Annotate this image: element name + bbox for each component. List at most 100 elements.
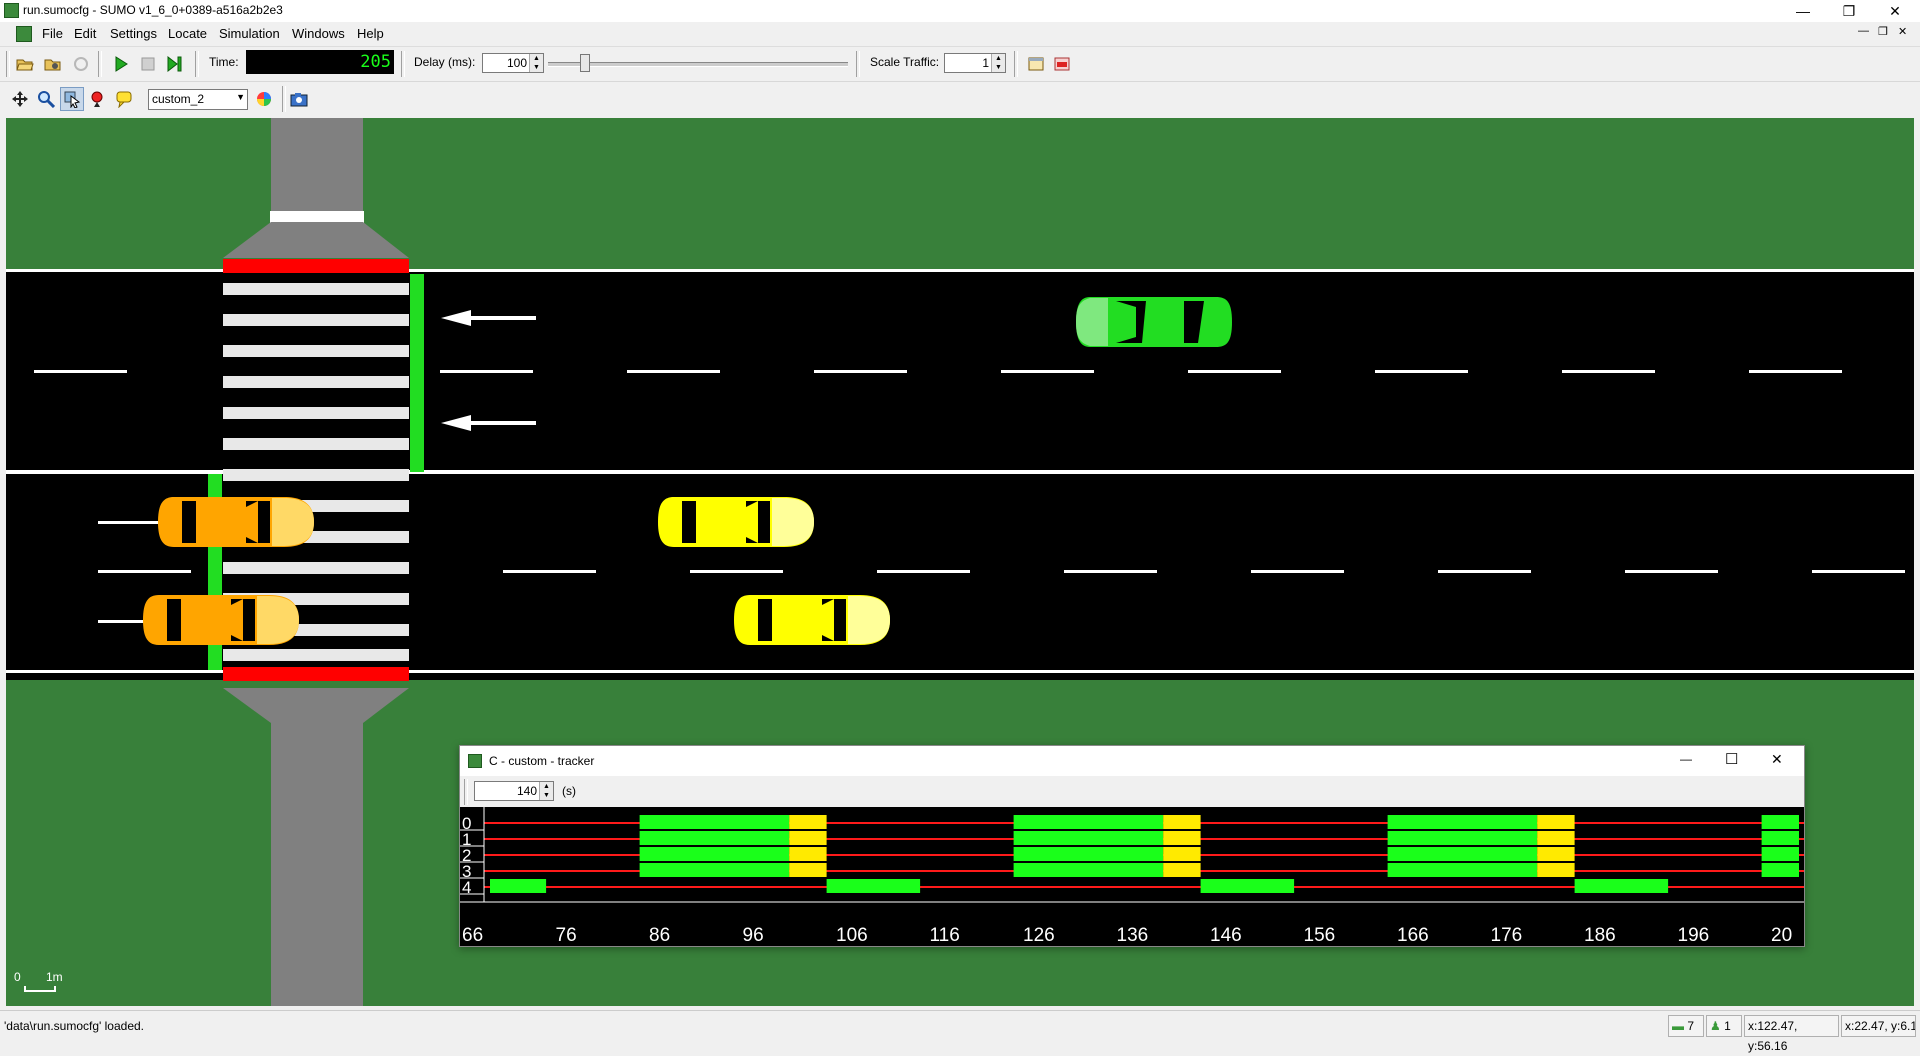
folder-open-icon xyxy=(16,59,34,71)
tracker-range-spin-arrows[interactable]: ▲ ▼ xyxy=(539,782,553,800)
tooltip-toggle-button[interactable] xyxy=(112,87,136,111)
tracker-close-button[interactable]: ✕ xyxy=(1771,751,1783,768)
step-button[interactable] xyxy=(163,52,187,76)
reload-button[interactable] xyxy=(69,52,93,76)
menu-simulation[interactable]: Simulation xyxy=(219,26,280,41)
signal-yellow-phase xyxy=(789,863,827,877)
lane-marking xyxy=(814,370,907,373)
signal-yellow-phase xyxy=(1163,847,1201,861)
menu-settings[interactable]: Settings xyxy=(110,26,157,41)
edit-chosen-button[interactable] xyxy=(1024,52,1048,76)
signal-green-phase xyxy=(1761,815,1799,829)
open-simulation-button[interactable] xyxy=(13,52,37,76)
edit-coloring-button[interactable] xyxy=(252,87,276,111)
locate-button[interactable] xyxy=(86,87,110,111)
scale-traffic-input[interactable]: 1 ▲ ▼ xyxy=(944,53,1006,73)
color-wheel-icon xyxy=(257,92,271,106)
delay-spin-arrows[interactable]: ▲ ▼ xyxy=(529,54,543,72)
vehicle-count: 7 xyxy=(1687,1019,1695,1033)
signal-green-phase xyxy=(1013,863,1164,877)
menu-help[interactable]: Help xyxy=(357,26,384,41)
camera-icon xyxy=(290,93,308,107)
person-count: 1 xyxy=(1724,1019,1731,1033)
lane-marking xyxy=(1562,370,1655,373)
signal-green-phase xyxy=(1387,847,1538,861)
vehicle-yellow[interactable] xyxy=(658,494,814,550)
signal-green-phase xyxy=(1761,863,1799,877)
tracker-minimize-button[interactable]: — xyxy=(1680,752,1692,766)
time-axis-tick: 96 xyxy=(743,925,764,946)
menu-locate[interactable]: Locate xyxy=(168,26,207,41)
menu-bar: File Edit Settings Locate Simulation Win… xyxy=(0,22,1920,47)
toolbar-separator xyxy=(282,86,286,112)
minimize-button[interactable]: — xyxy=(1780,0,1826,22)
color-scheme-value: custom_2 xyxy=(152,92,205,106)
screenshot-button[interactable] xyxy=(287,87,311,111)
signal-green-phase xyxy=(1574,879,1669,893)
sidewalk-north-flare xyxy=(223,222,409,258)
crosswalk-stripe xyxy=(223,438,409,450)
menu-file[interactable]: File xyxy=(42,26,63,41)
crosswalk-stripe xyxy=(223,345,409,357)
signal-yellow-phase xyxy=(1163,831,1201,845)
signal-yellow-phase xyxy=(1537,863,1575,877)
lane-marking xyxy=(1064,570,1157,573)
stop-button[interactable] xyxy=(136,52,160,76)
time-axis-tick: 156 xyxy=(1304,925,1336,946)
restore-button[interactable]: ❐ xyxy=(1826,0,1872,22)
lane-marking xyxy=(1188,370,1281,373)
delay-slider[interactable] xyxy=(548,54,848,74)
zoom-button[interactable] xyxy=(34,87,58,111)
menu-windows[interactable]: Windows xyxy=(292,26,345,41)
mdi-close-button[interactable]: ✕ xyxy=(1898,25,1907,38)
signal-green-phase xyxy=(639,815,790,829)
signal-row-label: 4 xyxy=(462,878,471,897)
sidewalk-south xyxy=(271,718,363,1006)
vehicle-orange[interactable] xyxy=(143,592,299,648)
open-network-button[interactable] xyxy=(41,52,65,76)
vehicle-green[interactable] xyxy=(1076,294,1232,350)
tls-tracker-window[interactable]: C - custom - tracker — ☐ ✕ 140 ▲ ▼ (s) 01… xyxy=(459,745,1805,947)
time-axis-tick: 20 xyxy=(1771,925,1792,946)
close-button[interactable]: ✕ xyxy=(1872,0,1918,22)
crosswalk-stripe xyxy=(223,314,409,326)
stop-icon xyxy=(141,57,155,71)
select-mode-button[interactable] xyxy=(60,87,84,111)
time-display: 205 xyxy=(246,50,394,74)
scale-spin-arrows[interactable]: ▲ ▼ xyxy=(991,54,1005,72)
run-button[interactable] xyxy=(109,52,133,76)
toolbar-separator xyxy=(856,51,860,77)
time-axis-tick: 86 xyxy=(649,925,670,946)
mdi-restore-button[interactable]: ❐ xyxy=(1878,25,1888,38)
tracker-range-value: 140 xyxy=(516,784,537,798)
mdi-minimize-button[interactable]: — xyxy=(1858,25,1869,37)
recenter-view-button[interactable] xyxy=(8,87,32,111)
chevron-down-icon: ▼ xyxy=(236,92,245,102)
magnifier-icon xyxy=(38,91,55,108)
edit-breakpoints-button[interactable] xyxy=(1050,52,1074,76)
color-scheme-select[interactable]: custom_2 ▼ xyxy=(148,89,248,110)
toolbar-separator xyxy=(1014,51,1018,77)
tracker-range-unit: (s) xyxy=(562,784,576,798)
signal-yellow-phase xyxy=(789,847,827,861)
crosswalk-stripe xyxy=(223,283,409,295)
lane-marking xyxy=(1812,570,1905,573)
time-axis-tick: 106 xyxy=(836,925,868,946)
scale-bar xyxy=(24,986,56,992)
signal-green-phase xyxy=(639,847,790,861)
tracker-range-input[interactable]: 140 ▲ ▼ xyxy=(474,781,554,801)
signal-yellow-phase xyxy=(789,831,827,845)
vehicle-yellow[interactable] xyxy=(734,592,890,648)
menu-edit[interactable]: Edit xyxy=(74,26,96,41)
lane-marking xyxy=(877,570,970,573)
select-pointer-icon xyxy=(64,91,81,108)
lane-marking xyxy=(1438,570,1531,573)
vehicle-count-indicator: ▬ 7 xyxy=(1668,1015,1704,1037)
tracker-maximize-button[interactable]: ☐ xyxy=(1725,750,1738,768)
lane-marking xyxy=(690,570,783,573)
delay-slider-thumb[interactable] xyxy=(580,54,590,72)
vehicle-orange[interactable] xyxy=(158,494,314,550)
signal-green-phase xyxy=(1013,815,1164,829)
delay-input[interactable]: 100 ▲ ▼ xyxy=(482,53,544,73)
breakpoints-icon xyxy=(1054,57,1070,71)
